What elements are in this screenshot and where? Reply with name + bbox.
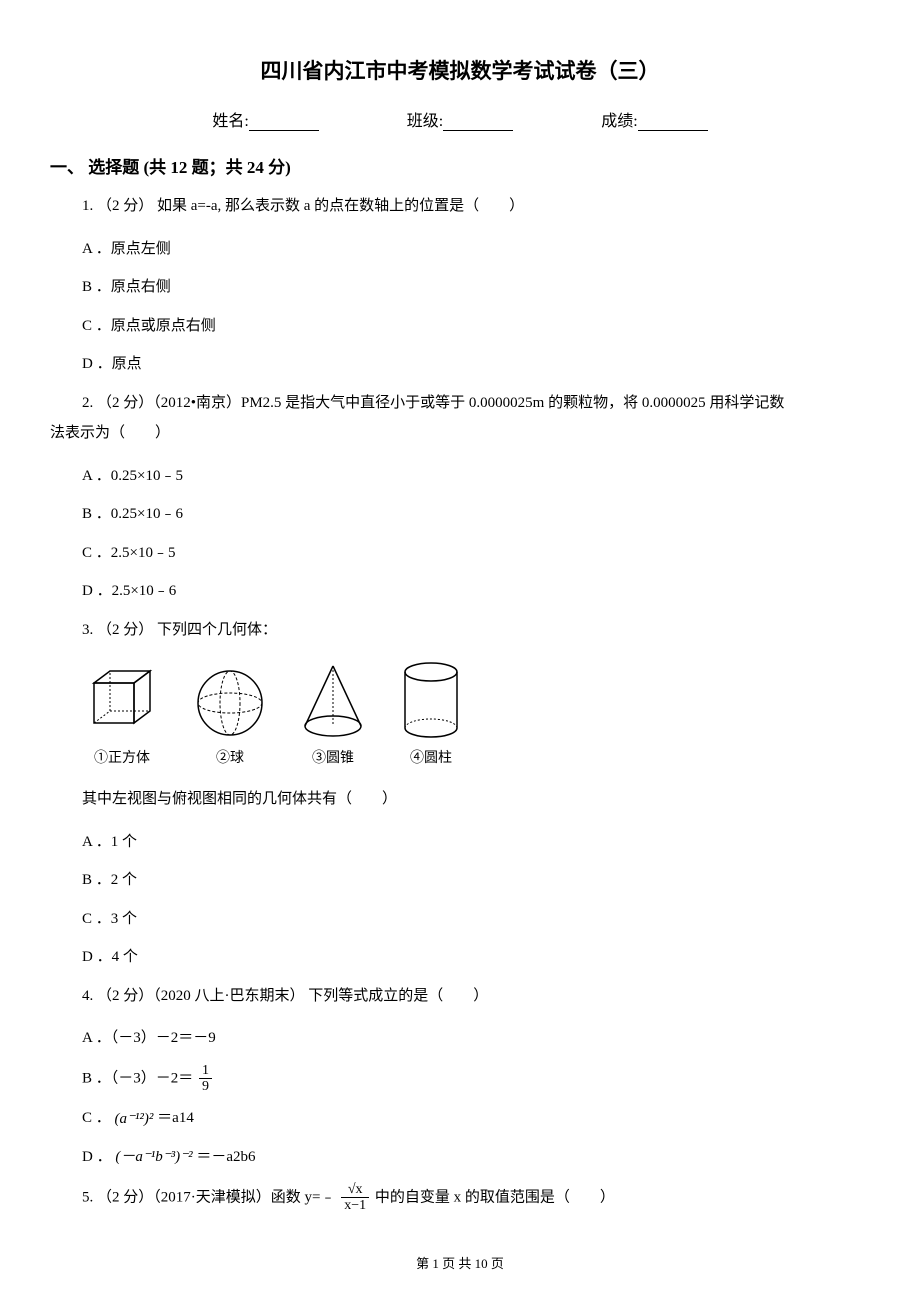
frac-num: 1 bbox=[199, 1063, 212, 1079]
cone-icon bbox=[298, 658, 368, 743]
q4-option-c: C ． (a⁻¹²)² ＝a14 bbox=[82, 1104, 870, 1133]
q5-fraction: √x x−1 bbox=[341, 1182, 369, 1214]
q3-option-b: B ．2 个 bbox=[82, 866, 870, 895]
name-blank[interactable] bbox=[249, 115, 319, 131]
question-3-stem2: 其中左视图与俯视图相同的几何体共有（ ） bbox=[82, 785, 870, 814]
score-label: 成绩: bbox=[601, 107, 637, 131]
class-label: 班级: bbox=[407, 107, 443, 131]
question-5-stem: 5. （2 分）（2017·天津模拟）函数 y=﹣ √x x−1 中的自变量 x… bbox=[82, 1182, 870, 1214]
q1-option-d: D ．原点 bbox=[82, 350, 870, 379]
section-1-header: 一、 选择题 (共 12 题；共 24 分) bbox=[50, 153, 870, 178]
q1-option-a: A ．原点左侧 bbox=[82, 235, 870, 264]
question-4-stem: 4. （2 分）（2020 八上·巴东期末） 下列等式成立的是（ ） bbox=[82, 982, 870, 1011]
q5-frac-num: √x bbox=[341, 1182, 369, 1198]
shape-cylinder: ④圆柱 bbox=[396, 658, 466, 767]
q2-option-a: A ．0.25×10﹣5 bbox=[82, 462, 870, 491]
shape-sphere: ②球 bbox=[190, 663, 270, 767]
class-blank[interactable] bbox=[443, 115, 513, 131]
sphere-icon bbox=[190, 663, 270, 743]
q4-option-d: D ． (－a⁻¹b⁻³)⁻² ＝－a2b6 bbox=[82, 1143, 870, 1172]
q4-c-pre: C ． bbox=[82, 1110, 111, 1126]
q1-option-c: C ．原点或原点右侧 bbox=[82, 312, 870, 341]
question-1-stem: 1. （2 分） 如果 a=-a, 那么表示数 a 的点在数轴上的位置是（ ） bbox=[82, 192, 870, 221]
page-title: 四川省内江市中考模拟数学考试试卷（三） bbox=[50, 55, 870, 85]
q4-option-b: B ．（－3）－2＝ 1 9 bbox=[82, 1063, 870, 1095]
q4-b-text: B ．（－3）－2＝ bbox=[82, 1070, 193, 1086]
q2-option-b: B ．0.25×10﹣6 bbox=[82, 500, 870, 529]
q3-option-d: D ．4 个 bbox=[82, 943, 870, 972]
name-label: 姓名: bbox=[212, 107, 248, 131]
score-blank[interactable] bbox=[638, 115, 708, 131]
q4-d-post: ＝－a2b6 bbox=[196, 1149, 255, 1165]
q3-option-a: A ．1 个 bbox=[82, 828, 870, 857]
q5-stem-post: 中的自变量 x 的取值范围是（ ） bbox=[375, 1189, 615, 1205]
cube-icon bbox=[82, 663, 162, 743]
cylinder-icon bbox=[396, 658, 466, 743]
q4-option-a: A ．（－3）－2＝－9 bbox=[82, 1024, 870, 1053]
q4-d-pre: D ． bbox=[82, 1149, 112, 1165]
q1-option-b: B ．原点右侧 bbox=[82, 273, 870, 302]
question-2-stem: 2. （2 分）（2012•南京）PM2.5 是指大气中直径小于或等于 0.00… bbox=[82, 389, 870, 418]
shape-cone-label: ③圆锥 bbox=[298, 747, 368, 767]
q4-c-post: ＝a14 bbox=[157, 1110, 194, 1126]
page-footer: 第 1 页 共 10 页 bbox=[0, 1253, 920, 1272]
question-3-stem: 3. （2 分） 下列四个几何体： bbox=[82, 616, 870, 645]
shape-cube: ①正方体 bbox=[82, 663, 162, 767]
shape-cube-label: ①正方体 bbox=[82, 747, 162, 767]
frac-den: 9 bbox=[199, 1079, 212, 1094]
q5-stem-pre: 5. （2 分）（2017·天津模拟）函数 y=﹣ bbox=[82, 1189, 339, 1205]
q5-frac-den: x−1 bbox=[341, 1198, 369, 1213]
q4-c-expr: (a⁻¹²)² bbox=[115, 1105, 154, 1134]
shapes-row: ①正方体 ②球 ③圆锥 ④圆柱 bbox=[82, 658, 870, 767]
fraction-1-9: 1 9 bbox=[199, 1063, 212, 1095]
shape-cylinder-label: ④圆柱 bbox=[396, 747, 466, 767]
q2-option-c: C ．2.5×10﹣5 bbox=[82, 539, 870, 568]
q4-d-expr: (－a⁻¹b⁻³)⁻² bbox=[115, 1143, 192, 1172]
student-info-row: 姓名: 班级: 成绩: bbox=[50, 107, 870, 131]
shape-cone: ③圆锥 bbox=[298, 658, 368, 767]
shape-sphere-label: ②球 bbox=[190, 747, 270, 767]
q3-option-c: C ．3 个 bbox=[82, 905, 870, 934]
q2-option-d: D ．2.5×10﹣6 bbox=[82, 577, 870, 606]
question-2-stem-cont: 法表示为（ ） bbox=[50, 419, 870, 448]
